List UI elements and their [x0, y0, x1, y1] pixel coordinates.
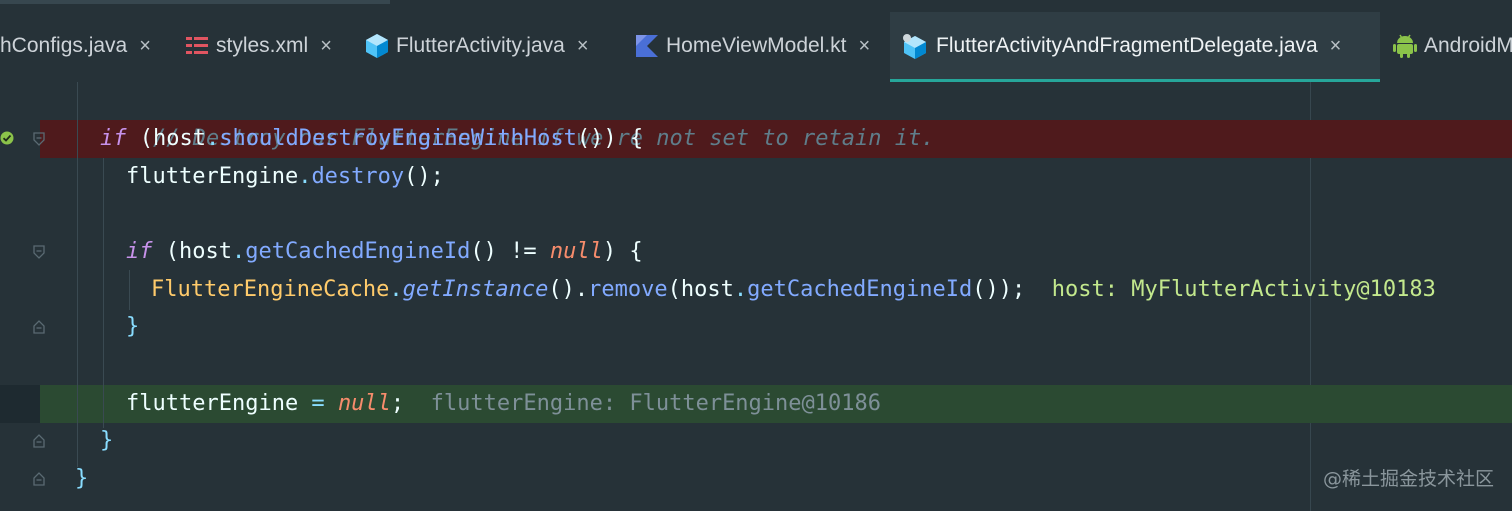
execution-gutter-marker [0, 385, 40, 423]
closing-brace: } [126, 314, 140, 339]
code-line-comment[interactable]: // Destroy our FlutterEngine if we're no… [100, 82, 934, 151]
method-call: getCachedEngineId [747, 277, 973, 302]
close-icon[interactable]: × [320, 35, 332, 58]
code-token: (); [404, 164, 444, 189]
tab-hconfigs[interactable]: hConfigs.java × [0, 12, 151, 80]
tab-bar-divider [0, 0, 390, 4]
code-token: ( [667, 277, 681, 302]
method-call: shouldDestroyEngineWithHost [219, 126, 577, 151]
debug-inline-hint[interactable]: flutterEngine: FlutterEngine@10186 [431, 391, 881, 416]
editor-tab-bar: hConfigs.java × styles.xml × FlutterActi… [0, 0, 1512, 82]
tab-label: FlutterActivityAndFragmentDelegate.java [936, 34, 1318, 57]
debug-inline-hint-name: host: [1051, 277, 1118, 302]
close-icon[interactable]: × [1330, 35, 1342, 58]
class-name: FlutterEngineCache [151, 277, 390, 302]
code-line[interactable]: } [126, 308, 139, 346]
close-icon[interactable]: × [139, 35, 151, 58]
code-token: . [298, 164, 312, 189]
fold-end-icon[interactable] [33, 472, 45, 486]
code-identifier: host [179, 239, 232, 264]
code-line[interactable]: } [75, 460, 88, 498]
tab-label: FlutterActivity.java [396, 34, 565, 57]
tab-label: styles.xml [216, 34, 309, 57]
method-call: getCachedEngineId [245, 239, 471, 264]
method-call: remove [588, 277, 668, 302]
closing-brace: } [100, 428, 114, 453]
keyword: if [126, 239, 153, 264]
code-token: . [733, 277, 748, 302]
code-token: ; [390, 391, 405, 416]
tab-flutter-activity[interactable]: FlutterActivity.java × [364, 12, 589, 80]
code-identifier: host [680, 277, 734, 302]
code-token: (). [548, 277, 589, 302]
code-token: = [298, 391, 338, 416]
flutter-class-icon [902, 33, 928, 59]
android-icon [1392, 33, 1418, 59]
code-token: ()) { [576, 126, 644, 151]
flutter-class-icon [364, 33, 390, 59]
code-token: . [389, 277, 403, 302]
debug-inline-hint-value[interactable]: MyFlutterActivity@10183 [1118, 277, 1436, 302]
tab-styles-xml[interactable]: styles.xml × [184, 12, 332, 80]
code-line[interactable]: if (host.getCachedEngineId() != null) { [126, 233, 643, 271]
xml-file-icon [184, 33, 210, 59]
null-literal: null [549, 239, 603, 264]
fold-end-icon[interactable] [33, 320, 45, 334]
tab-android-manifest[interactable]: AndroidM [1392, 12, 1512, 80]
code-token: ( [126, 126, 153, 151]
code-token: () != [470, 239, 550, 264]
close-icon[interactable]: × [577, 35, 589, 58]
indent-guide [77, 82, 78, 467]
watermark: @稀土掘金技术社区 [1322, 468, 1494, 490]
kotlin-file-icon [634, 33, 660, 59]
code-token: . [231, 239, 246, 264]
code-line-current-execution[interactable]: flutterEngine = null; flutterEngine: Flu… [126, 385, 881, 423]
active-tab-indicator [890, 79, 1380, 82]
code-line[interactable]: FlutterEngineCache.getInstance().remove(… [151, 271, 1436, 309]
close-icon[interactable]: × [859, 35, 871, 58]
code-token: ()); [972, 277, 1026, 302]
code-line-breakpoint[interactable]: if (host.shouldDestroyEngineWithHost()) … [100, 120, 643, 158]
fold-start-icon[interactable] [33, 132, 45, 146]
code-token: . [205, 126, 220, 151]
tab-label: AndroidM [1424, 34, 1512, 57]
keyword: if [100, 126, 127, 151]
closing-brace: } [75, 466, 89, 491]
code-identifier: host [153, 126, 206, 151]
indent-guide [103, 158, 104, 428]
code-identifier: flutterEngine [126, 391, 299, 416]
code-line[interactable]: } [100, 422, 113, 460]
tab-label: HomeViewModel.kt [666, 34, 847, 57]
verified-breakpoint-icon[interactable] [0, 131, 14, 145]
static-method-call: getInstance [402, 277, 549, 302]
fold-start-icon[interactable] [33, 245, 45, 259]
method-call: destroy [311, 164, 405, 189]
code-line[interactable]: flutterEngine.destroy(); [126, 158, 444, 196]
fold-end-icon[interactable] [33, 434, 45, 448]
code-identifier: flutterEngine [126, 164, 299, 189]
tab-label: hConfigs.java [0, 34, 128, 57]
indent-guide [129, 270, 130, 310]
tab-home-view-model[interactable]: HomeViewModel.kt × [634, 12, 870, 80]
code-token: ( [152, 239, 179, 264]
tab-flutter-activity-and-fragment-delegate[interactable]: FlutterActivityAndFragmentDelegate.java … [890, 12, 1380, 82]
code-token: ) { [602, 239, 643, 264]
null-literal: null [337, 391, 391, 416]
